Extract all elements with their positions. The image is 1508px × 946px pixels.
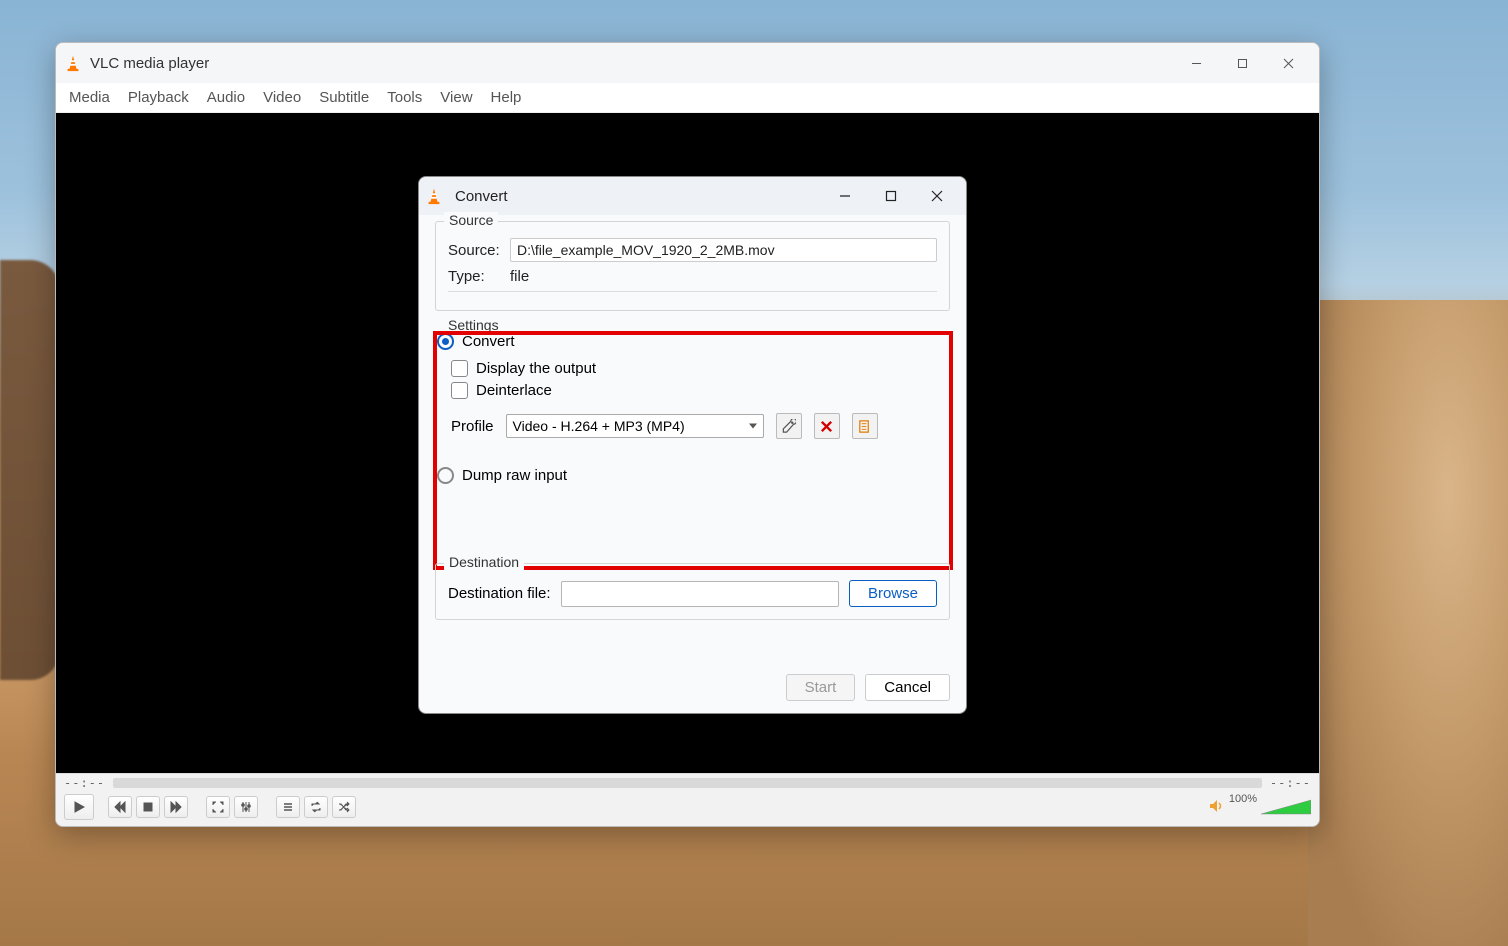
menubar: Media Playback Audio Video Subtitle Tool… [56,83,1319,113]
type-value: file [510,268,937,285]
dialog-title: Convert [455,188,508,205]
menu-help[interactable]: Help [482,85,531,110]
prev-button[interactable] [108,796,132,818]
stop-button[interactable] [136,796,160,818]
dialog-maximize-button[interactable] [868,181,914,211]
loop-button[interactable] [304,796,328,818]
menu-media[interactable]: Media [60,85,119,110]
display-output-label: Display the output [476,360,596,377]
source-legend: Source [444,212,498,228]
source-label: Source: [448,242,510,259]
volume-label: 100% [1229,793,1257,805]
delete-profile-button[interactable] [814,413,840,439]
menu-audio[interactable]: Audio [198,85,254,110]
convert-radio[interactable] [437,333,454,350]
menu-tools[interactable]: Tools [378,85,431,110]
deinterlace-checkbox[interactable] [451,382,468,399]
dialog-titlebar[interactable]: Convert [419,177,966,215]
settings-legend: Settings [443,317,504,333]
source-value[interactable]: D:\file_example_MOV_1920_2_2MB.mov [510,238,937,262]
fullscreen-button[interactable] [206,796,230,818]
main-titlebar[interactable]: VLC media player [56,43,1319,83]
display-output-row[interactable]: Display the output [451,360,948,377]
profile-label: Profile [451,418,494,435]
menu-view[interactable]: View [431,85,481,110]
new-profile-button[interactable] [852,413,878,439]
next-button[interactable] [164,796,188,818]
vlc-cone-icon [64,54,82,72]
dump-radio[interactable] [437,467,454,484]
minimize-button[interactable] [1173,47,1219,79]
profile-dropdown[interactable]: Video - H.264 + MP3 (MP4) [506,414,764,438]
destination-legend: Destination [444,554,524,570]
destination-fieldset: Destination Destination file: Browse [435,563,950,620]
play-button[interactable] [64,794,94,820]
dump-radio-row[interactable]: Dump raw input [437,467,948,484]
type-label: Type: [448,268,510,285]
source-fieldset: Source Source: D:\file_example_MOV_1920_… [435,221,950,311]
destination-input[interactable] [561,581,839,607]
destination-label: Destination file: [448,585,551,602]
shuffle-button[interactable] [332,796,356,818]
dialog-close-button[interactable] [914,181,960,211]
start-button[interactable]: Start [786,674,856,701]
main-title: VLC media player [90,55,209,72]
profile-value: Video - H.264 + MP3 (MP4) [513,418,685,434]
dialog-footer: Start Cancel [419,666,966,713]
dialog-minimize-button[interactable] [822,181,868,211]
deinterlace-row[interactable]: Deinterlace [451,382,948,399]
maximize-button[interactable] [1219,47,1265,79]
dump-radio-label: Dump raw input [462,467,567,484]
close-button[interactable] [1265,47,1311,79]
menu-playback[interactable]: Playback [119,85,198,110]
seek-bar[interactable] [113,778,1262,788]
convert-radio-row[interactable]: Convert [437,333,948,350]
browse-button[interactable]: Browse [849,580,937,607]
time-total: --:-- [1270,776,1311,790]
edit-profile-button[interactable] [776,413,802,439]
vlc-cone-icon [425,187,443,205]
bottom-bar: --:-- --:-- 100% [56,773,1319,826]
volume-slider[interactable] [1261,799,1311,815]
deinterlace-label: Deinterlace [476,382,552,399]
time-elapsed: --:-- [64,776,105,790]
extended-settings-button[interactable] [234,796,258,818]
menu-video[interactable]: Video [254,85,310,110]
convert-dialog: Convert Source Source: D:\file_example_M… [418,176,967,714]
menu-subtitle[interactable]: Subtitle [310,85,378,110]
settings-fieldset: Settings Convert Display the output Dein… [435,321,950,553]
cancel-button[interactable]: Cancel [865,674,950,701]
convert-radio-label: Convert [462,333,515,350]
display-output-checkbox[interactable] [451,360,468,377]
playlist-button[interactable] [276,796,300,818]
speaker-icon[interactable] [1209,799,1225,816]
